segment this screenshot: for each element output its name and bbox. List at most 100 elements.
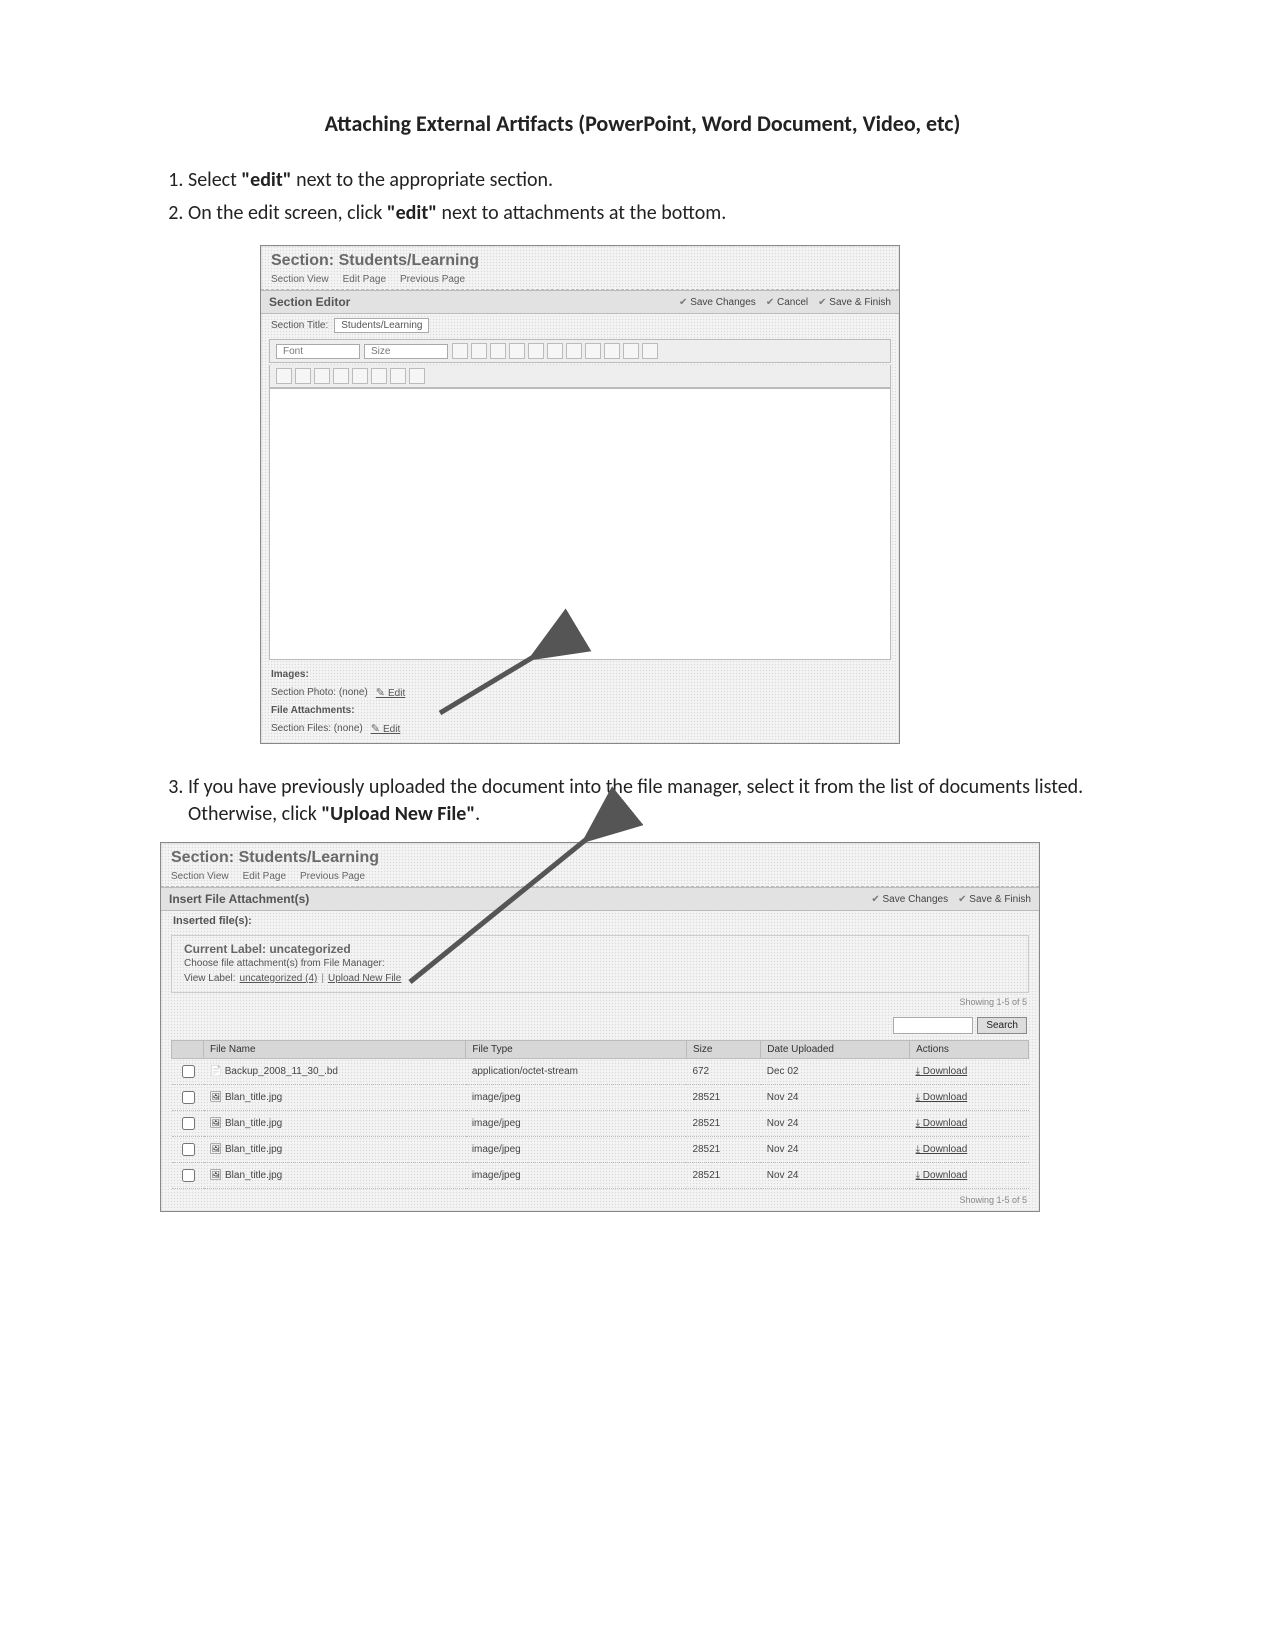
file-name-cell: Blan_title.jpg (204, 1137, 466, 1163)
screenshot-insert-attachment: Section: Students/Learning Section View … (160, 842, 1040, 1212)
file-type-cell: image/jpeg (466, 1163, 687, 1189)
table-icon[interactable] (333, 368, 349, 384)
showing-count-bottom: Showing 1-5 of 5 (161, 1195, 1039, 1211)
step-list: Select "edit" next to the appropriate se… (160, 167, 1135, 227)
images-edit-link[interactable]: Edit (376, 686, 406, 699)
align-left-icon[interactable] (509, 343, 525, 359)
save-finish-button[interactable]: Save & Finish (818, 297, 891, 308)
view-label-row: View Label: uncategorized (4) | Upload N… (172, 971, 1028, 986)
row-checkbox[interactable] (182, 1143, 195, 1156)
cut-icon[interactable] (276, 368, 292, 384)
file-date-cell: Dec 02 (761, 1059, 910, 1085)
file-action-cell: ⤓ Download (910, 1137, 1029, 1163)
file-table: File Name File Type Size Date Uploaded A… (171, 1040, 1029, 1189)
file-type-cell: image/jpeg (466, 1085, 687, 1111)
col-select (172, 1041, 204, 1059)
size-select[interactable]: Size (364, 344, 448, 359)
help-icon[interactable] (409, 368, 425, 384)
images-label: Images: (261, 666, 899, 683)
table-row: Backup_2008_11_30_.bdapplication/octet-s… (172, 1059, 1029, 1085)
download-link[interactable]: ⤓ Download (916, 1066, 968, 1077)
col-filename[interactable]: File Name (204, 1041, 466, 1059)
underline-icon[interactable] (490, 343, 506, 359)
col-actions: Actions (910, 1041, 1029, 1059)
step-1: Select "edit" next to the appropriate se… (188, 167, 1135, 194)
save-changes-button-2[interactable]: Save Changes (871, 894, 948, 905)
file-name-cell: Blan_title.jpg (204, 1163, 466, 1189)
undo-icon[interactable] (623, 343, 639, 359)
panel-title-2: Insert File Attachment(s) (169, 892, 309, 906)
file-name-cell: Backup_2008_11_30_.bd (204, 1059, 466, 1085)
label-filter-link[interactable]: uncategorized (4) (240, 973, 318, 984)
tab-previous-2[interactable]: Previous Page (300, 871, 365, 882)
file-type-cell: image/jpeg (466, 1137, 687, 1163)
table-row: Blan_title.jpgimage/jpeg28521Nov 24⤓ Dow… (172, 1085, 1029, 1111)
file-action-cell: ⤓ Download (910, 1085, 1029, 1111)
paste-icon[interactable] (314, 368, 330, 384)
tab-edit-page[interactable]: Edit Page (343, 274, 386, 285)
save-finish-button-2[interactable]: Save & Finish (958, 894, 1031, 905)
redo-icon[interactable] (642, 343, 658, 359)
inserted-files-label: Inserted file(s): (161, 911, 1039, 931)
search-button[interactable]: Search (977, 1017, 1027, 1034)
image-file-icon (210, 1092, 225, 1103)
tab-previous[interactable]: Previous Page (400, 274, 465, 285)
cancel-button[interactable]: Cancel (766, 297, 808, 308)
bold-icon[interactable] (452, 343, 468, 359)
col-date[interactable]: Date Uploaded (761, 1041, 910, 1059)
download-link[interactable]: ⤓ Download (916, 1118, 968, 1129)
list-icon[interactable] (566, 343, 582, 359)
upload-new-file-link[interactable]: Upload New File (328, 973, 401, 984)
section-title-input[interactable]: Students/Learning (334, 318, 429, 333)
attachments-edit-link[interactable]: Edit (371, 722, 401, 735)
file-type-cell: application/octet-stream (466, 1059, 687, 1085)
file-search-row: Search (161, 1013, 1039, 1038)
copy-icon[interactable] (295, 368, 311, 384)
section-heading-2: Section: Students/Learning (161, 843, 1039, 869)
image-icon[interactable] (604, 343, 620, 359)
file-search-input[interactable] (893, 1017, 973, 1034)
tab-section-view[interactable]: Section View (271, 274, 329, 285)
file-date-cell: Nov 24 (761, 1163, 910, 1189)
image-file-icon (210, 1118, 225, 1129)
link-icon[interactable] (585, 343, 601, 359)
source-icon[interactable] (371, 368, 387, 384)
row-checkbox[interactable] (182, 1117, 195, 1130)
hr-icon[interactable] (352, 368, 368, 384)
file-date-cell: Nov 24 (761, 1085, 910, 1111)
download-link[interactable]: ⤓ Download (916, 1144, 968, 1155)
file-action-cell: ⤓ Download (910, 1111, 1029, 1137)
col-size[interactable]: Size (686, 1041, 760, 1059)
image-file-icon (210, 1144, 225, 1155)
spell-icon[interactable] (390, 368, 406, 384)
col-filetype[interactable]: File Type (466, 1041, 687, 1059)
table-row: Blan_title.jpgimage/jpeg28521Nov 24⤓ Dow… (172, 1137, 1029, 1163)
save-changes-button[interactable]: Save Changes (679, 297, 756, 308)
images-row: Section Photo: (none) Edit (261, 683, 899, 702)
align-center-icon[interactable] (528, 343, 544, 359)
showing-count-top: Showing 1-5 of 5 (161, 997, 1039, 1013)
tab-section-view-2[interactable]: Section View (171, 871, 229, 882)
file-size-cell: 28521 (686, 1163, 760, 1189)
richtext-editor[interactable] (269, 388, 891, 660)
row-checkbox[interactable] (182, 1065, 195, 1078)
row-checkbox[interactable] (182, 1169, 195, 1182)
download-link[interactable]: ⤓ Download (916, 1092, 968, 1103)
row-checkbox[interactable] (182, 1091, 195, 1104)
file-action-cell: ⤓ Download (910, 1163, 1029, 1189)
file-type-cell: image/jpeg (466, 1111, 687, 1137)
table-row: Blan_title.jpgimage/jpeg28521Nov 24⤓ Dow… (172, 1111, 1029, 1137)
italic-icon[interactable] (471, 343, 487, 359)
align-right-icon[interactable] (547, 343, 563, 359)
file-date-cell: Nov 24 (761, 1111, 910, 1137)
choose-from-manager: Choose file attachment(s) from File Mana… (172, 956, 1028, 971)
page-title: Attaching External Artifacts (PowerPoint… (150, 110, 1135, 137)
attachments-label: File Attachments: (261, 702, 899, 719)
font-select[interactable]: Font (276, 344, 360, 359)
section-title-row: Section Title: Students/Learning (261, 314, 899, 337)
download-link[interactable]: ⤓ Download (916, 1170, 968, 1181)
panel-header-2: Insert File Attachment(s) Save Changes S… (161, 887, 1039, 911)
section-tabs: Section View Edit Page Previous Page (261, 272, 899, 290)
file-date-cell: Nov 24 (761, 1137, 910, 1163)
tab-edit-page-2[interactable]: Edit Page (243, 871, 286, 882)
